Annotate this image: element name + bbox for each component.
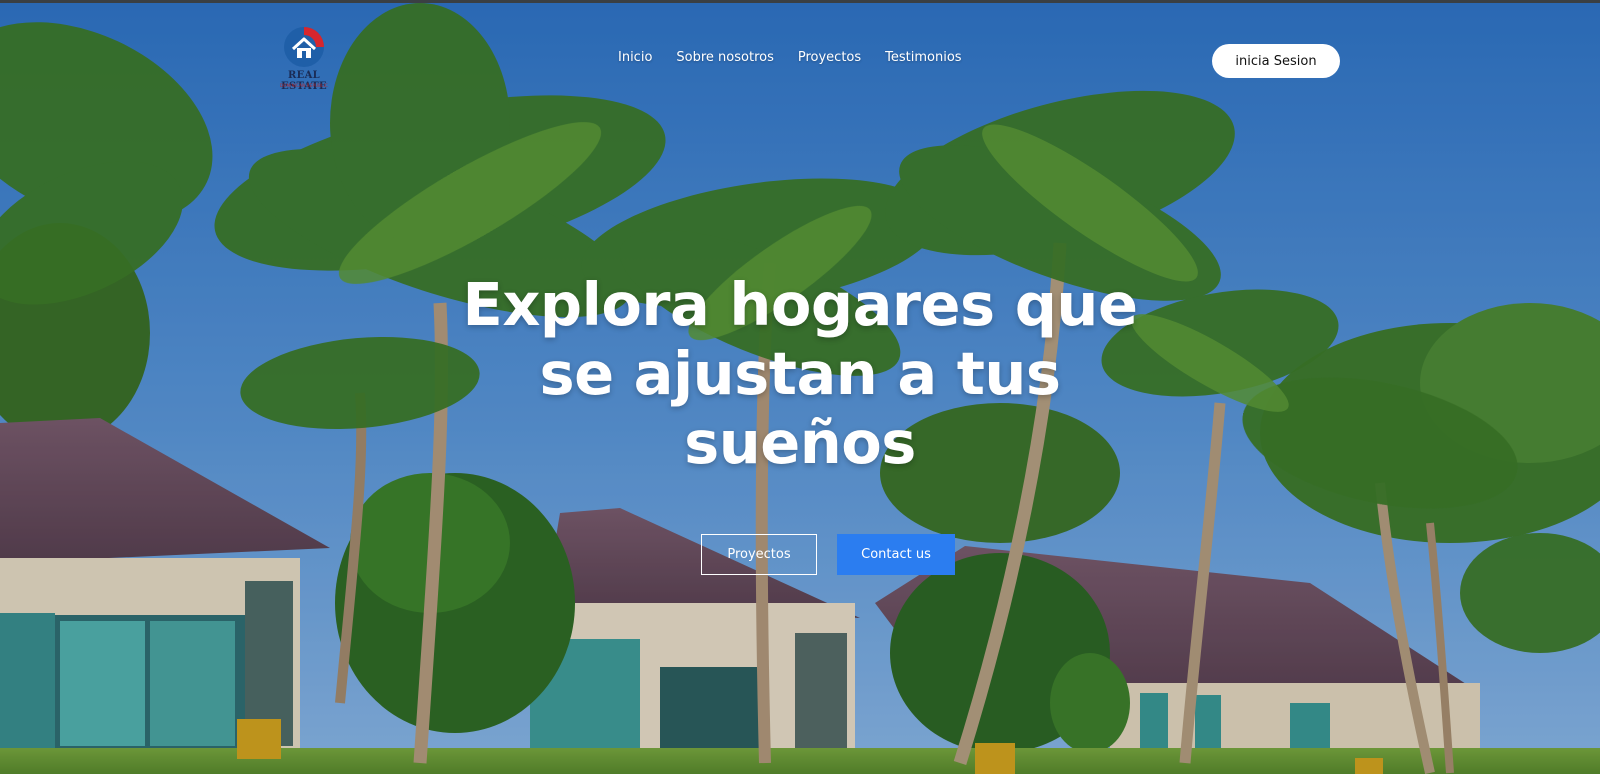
brand-logo[interactable]: REAL ESTATE DOMINICAN REPUBLIC xyxy=(264,25,344,95)
browser-top-strip xyxy=(0,0,1600,3)
projects-button[interactable]: Proyectos xyxy=(701,534,817,575)
hero-section: Explora hogares que se ajustan a tus sue… xyxy=(0,270,1600,477)
hero-title-line-1: Explora hogares que xyxy=(462,270,1138,339)
page: REAL ESTATE DOMINICAN REPUBLIC Inicio So… xyxy=(0,0,1600,774)
hero-title-line-3: sueños xyxy=(684,408,916,477)
nav-item-proyectos[interactable]: Proyectos xyxy=(798,50,861,65)
house-logo-icon xyxy=(284,27,324,67)
nav-item-testimonios[interactable]: Testimonios xyxy=(885,50,961,65)
site-header: REAL ESTATE DOMINICAN REPUBLIC Inicio So… xyxy=(0,3,1600,113)
nav-item-sobre-nosotros[interactable]: Sobre nosotros xyxy=(676,50,773,65)
hero-buttons: Proyectos Contact us xyxy=(0,534,1600,575)
hero-title-line-2: se ajustan a tus xyxy=(539,339,1061,408)
login-button[interactable]: inicia Sesion xyxy=(1212,44,1340,78)
logo-tagline: DOMINICAN REPUBLIC xyxy=(279,83,329,88)
hero-title: Explora hogares que se ajustan a tus sue… xyxy=(450,270,1150,477)
logo-title: REAL ESTATE xyxy=(281,70,327,92)
contact-us-button[interactable]: Contact us xyxy=(837,534,955,575)
main-nav: Inicio Sobre nosotros Proyectos Testimon… xyxy=(618,50,962,65)
nav-item-inicio[interactable]: Inicio xyxy=(618,50,652,65)
